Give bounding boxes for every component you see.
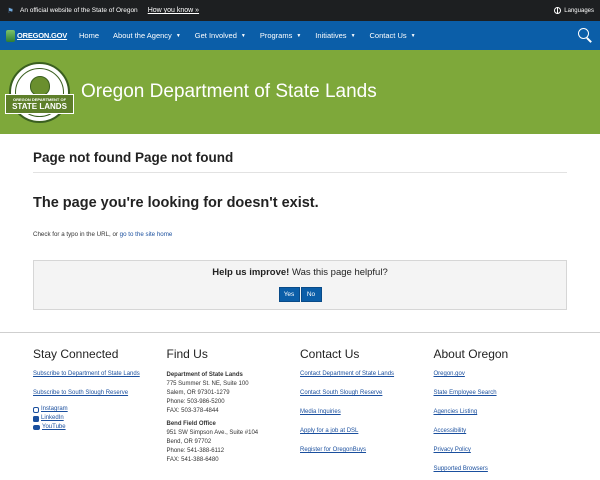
caret-down-icon: ▼: [410, 32, 416, 39]
seal-ribbon: OREGON DEPARTMENT OF STATE LANDS: [5, 93, 74, 114]
nav-item-programs[interactable]: Programs ▼: [253, 21, 308, 50]
instagram-icon: [33, 406, 39, 413]
how-you-know-link[interactable]: How you know »: [148, 7, 199, 14]
apply-job-link[interactable]: Apply for a job at DSL: [300, 428, 434, 435]
yes-button[interactable]: Yes: [278, 287, 300, 302]
media-inquiries-link[interactable]: Media Inquiries: [300, 409, 434, 416]
nav-item-about-the-agency[interactable]: About the Agency ▼: [106, 21, 188, 50]
register-oregonbuys-link[interactable]: Register for OregonBuys: [300, 447, 434, 454]
oregon-gov-link[interactable]: Oregon.gov: [434, 371, 568, 378]
search-button[interactable]: [577, 27, 593, 43]
footer-heading: About Oregon: [433, 347, 509, 361]
social-linkedin[interactable]: LinkedIn: [33, 414, 167, 423]
caret-down-icon: ▼: [175, 32, 181, 39]
typo-hint: Check for a typo in the URL, or go to th…: [33, 231, 173, 238]
footer-find-us: Find Us Department of State Lands 775 Su…: [167, 347, 301, 480]
nav-item-label: Home: [79, 31, 100, 40]
agencies-listing-link[interactable]: Agencies Listing: [434, 409, 568, 416]
nav-item-label: Contact Us: [369, 31, 407, 40]
linkedin-icon: [33, 415, 39, 422]
office-bend: Bend Field Office 951 SW Simpson Ave., S…: [166, 421, 259, 463]
nav-item-initiatives[interactable]: Initiatives ▼: [308, 21, 362, 50]
footer-heading: Contact Us: [300, 347, 360, 361]
page-title: Page not found Page not found: [33, 134, 567, 173]
feedback-widget: Help us improve! Was this page helpful? …: [33, 260, 567, 310]
contact-south-slough-link[interactable]: Contact South Slough Reserve: [300, 390, 434, 397]
nav-item-contact-us[interactable]: Contact Us ▼: [363, 21, 423, 50]
nav-item-label: Programs: [259, 31, 293, 40]
social-instagram[interactable]: Instagram: [33, 405, 167, 414]
accessibility-link[interactable]: Accessibility: [434, 428, 568, 435]
state-lands-seal-logo[interactable]: OREGON DEPARTMENT OF STATE LANDS: [5, 61, 74, 123]
supported-browsers-link[interactable]: Supported Browsers: [434, 466, 568, 473]
agency-banner: OREGON DEPARTMENT OF STATE LANDS Oregon …: [0, 50, 600, 134]
logo-text: OREGON.GOV: [17, 31, 68, 40]
footer-stay-connected: Stay Connected Subscribe to Department o…: [33, 347, 167, 480]
site-home-link[interactable]: go to the site home: [120, 231, 173, 238]
agency-title: Oregon Department of State Lands: [81, 81, 377, 102]
oregon-gov-logo[interactable]: OREGON.GOV: [0, 21, 72, 50]
nav-item-get-involved[interactable]: Get Involved ▼: [188, 21, 253, 50]
globe-icon: [554, 7, 562, 14]
main-navigation: OREGON.GOV Home About the Agency ▼ Get In…: [0, 21, 600, 50]
nav-item-label: Initiatives: [315, 31, 347, 40]
oregon-flag-icon: ⚑: [7, 7, 14, 15]
oregon-seal-shield-icon: [29, 75, 50, 96]
languages-button[interactable]: Languages: [554, 7, 594, 14]
oregon-state-shape-icon: [6, 29, 15, 42]
caret-down-icon: ▼: [296, 32, 302, 39]
nav-item-home[interactable]: Home: [72, 21, 106, 50]
footer-heading: Find Us: [166, 347, 208, 361]
footer-about-oregon: About Oregon Oregon.gov State Employee S…: [434, 347, 568, 480]
caret-down-icon: ▼: [350, 32, 356, 39]
languages-label: Languages: [564, 7, 594, 14]
nav-item-label: Get Involved: [194, 31, 237, 40]
not-found-message: The page you're looking for doesn't exis…: [33, 195, 319, 211]
no-button[interactable]: No: [300, 287, 322, 302]
nav-item-label: About the Agency: [113, 31, 172, 40]
youtube-icon: [33, 425, 40, 430]
subscribe-dsl-link[interactable]: Subscribe to Department of State Lands: [33, 371, 167, 378]
contact-dsl-link[interactable]: Contact Department of State Lands: [300, 371, 434, 378]
footer-contact-us: Contact Us Contact Department of State L…: [300, 347, 434, 480]
feedback-question: Help us improve! Was this page helpful?: [212, 267, 388, 278]
office-salem: Department of State Lands 775 Summer St.…: [166, 372, 249, 414]
caret-down-icon: ▼: [240, 32, 246, 39]
main-content: Page not found Page not found The page y…: [0, 134, 600, 310]
state-employee-search-link[interactable]: State Employee Search: [434, 390, 568, 397]
feedback-buttons: Yes No: [278, 287, 322, 302]
privacy-policy-link[interactable]: Privacy Policy: [434, 447, 568, 454]
official-site-bar: ⚑ An official website of the State of Or…: [0, 0, 600, 21]
social-youtube[interactable]: YouTube: [33, 423, 167, 432]
site-footer: Stay Connected Subscribe to Department o…: [0, 332, 600, 480]
footer-heading: Stay Connected: [33, 347, 119, 361]
official-site-text: An official website of the State of Oreg…: [20, 7, 138, 14]
subscribe-south-slough-link[interactable]: Subscribe to South Slough Reserve: [33, 390, 167, 397]
